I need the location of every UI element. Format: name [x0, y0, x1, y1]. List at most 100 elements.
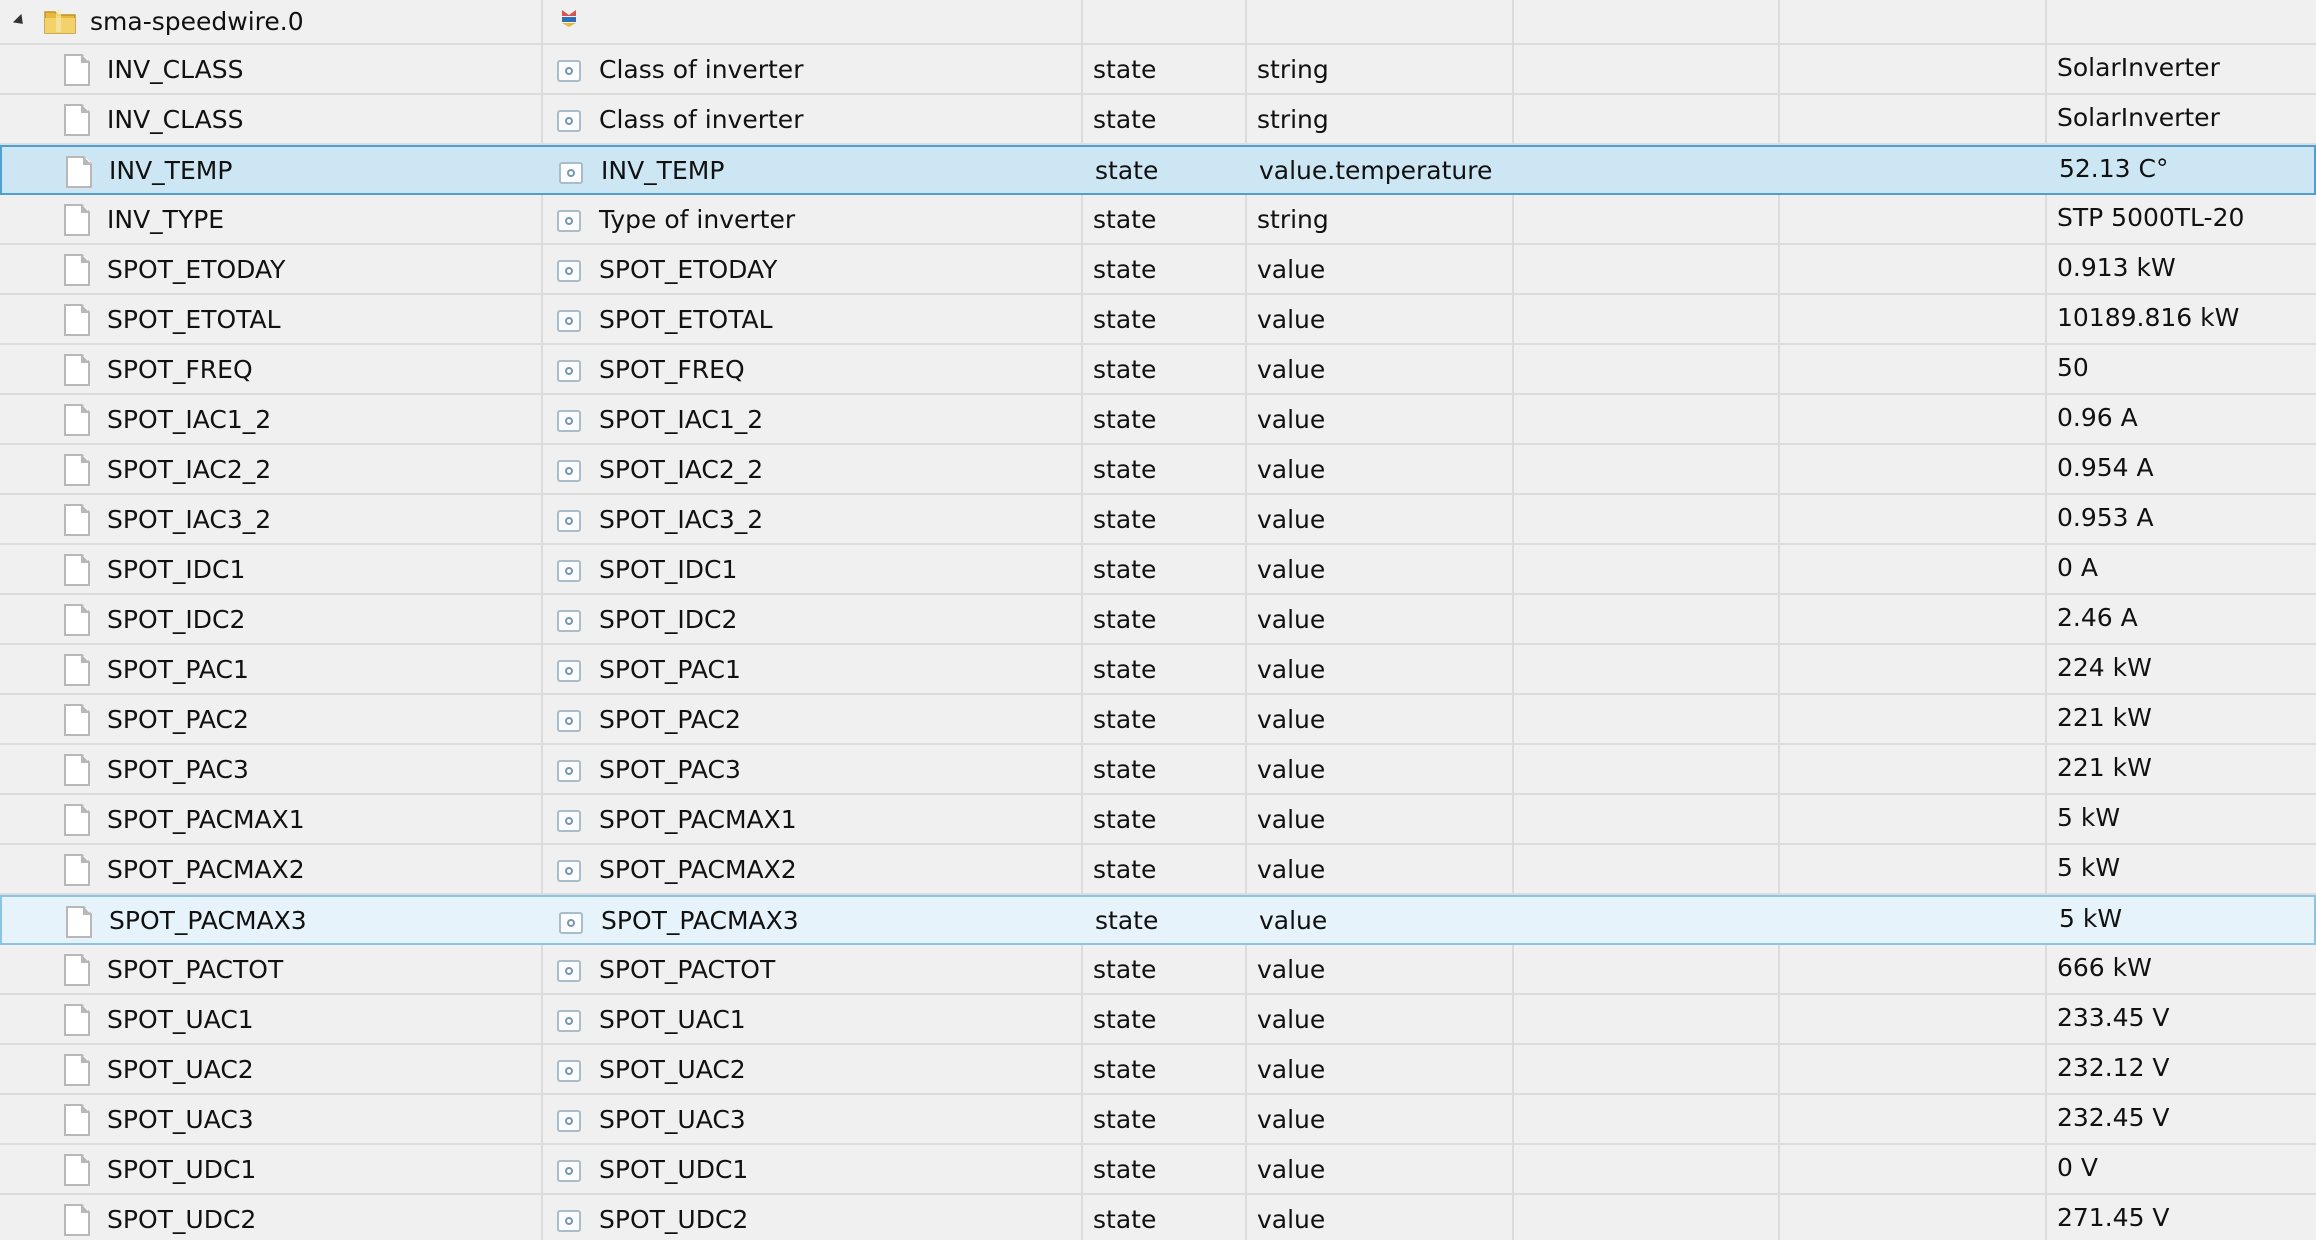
table-row[interactable]: SPOT_UDC1 SPOT_UDC1 state value 0 V: [0, 1145, 2316, 1195]
object-value: 666 kW: [2057, 952, 2152, 982]
folder-row-sma-speedwire[interactable]: sma-speedwire.0: [0, 0, 2316, 45]
object-name-cell: SPOT_UAC3: [0, 1095, 543, 1143]
object-value: 5 kW: [2057, 802, 2121, 832]
object-name-cell: SPOT_FREQ: [0, 345, 543, 393]
object-value-cell[interactable]: 5 kW: [2047, 795, 2316, 843]
empty-cell-1: [1514, 645, 1780, 693]
table-row[interactable]: SPOT_IAC1_2 SPOT_IAC1_2 state value 0.96…: [0, 395, 2316, 445]
object-name: SPOT_IDC2: [107, 604, 246, 634]
object-value-cell[interactable]: 232.45 V: [2047, 1095, 2316, 1143]
object-role-cell: value: [1247, 245, 1514, 293]
object-role: string: [1257, 204, 1329, 234]
object-value-cell[interactable]: 0.954 A: [2047, 445, 2316, 493]
object-name: SPOT_ETODAY: [107, 254, 286, 284]
state-icon: [557, 960, 581, 982]
file-icon: [64, 1054, 90, 1086]
table-row[interactable]: SPOT_PAC1 SPOT_PAC1 state value 224 kW: [0, 645, 2316, 695]
table-row[interactable]: SPOT_UAC2 SPOT_UAC2 state value 232.12 V: [0, 1045, 2316, 1095]
object-kind-cell: state: [1083, 1145, 1247, 1193]
object-value-cell[interactable]: 0 V: [2047, 1145, 2316, 1193]
object-value-cell[interactable]: 50: [2047, 345, 2316, 393]
table-row[interactable]: SPOT_ETODAY SPOT_ETODAY state value 0.91…: [0, 245, 2316, 295]
object-value-cell[interactable]: 232.12 V: [2047, 1045, 2316, 1093]
table-row[interactable]: SPOT_PACTOT SPOT_PACTOT state value 666 …: [0, 945, 2316, 995]
object-value-cell[interactable]: 233.45 V: [2047, 995, 2316, 1043]
object-value-cell[interactable]: 224 kW: [2047, 645, 2316, 693]
object-value: 232.12 V: [2057, 1052, 2170, 1082]
object-value-cell[interactable]: 221 kW: [2047, 745, 2316, 793]
table-row[interactable]: INV_TEMP INV_TEMP state value.temperatur…: [0, 145, 2316, 195]
object-role: value: [1257, 704, 1326, 734]
object-role: value: [1257, 504, 1326, 534]
object-desc-cell: SPOT_UAC3: [543, 1095, 1083, 1143]
object-value-cell[interactable]: 221 kW: [2047, 695, 2316, 743]
object-kind-cell: state: [1085, 147, 1249, 193]
object-description: SPOT_PACMAX3: [601, 905, 799, 935]
object-value-cell[interactable]: 5 kW: [2049, 897, 2316, 943]
object-value: 0.913 kW: [2057, 252, 2176, 282]
table-row[interactable]: INV_CLASS Class of inverter state string…: [0, 45, 2316, 95]
table-row[interactable]: SPOT_UAC1 SPOT_UAC1 state value 233.45 V: [0, 995, 2316, 1045]
object-name: INV_CLASS: [107, 104, 244, 134]
table-row[interactable]: SPOT_PAC3 SPOT_PAC3 state value 221 kW: [0, 745, 2316, 795]
object-value: SolarInverter: [2057, 52, 2220, 82]
table-row[interactable]: SPOT_IDC2 SPOT_IDC2 state value 2.46 A: [0, 595, 2316, 645]
object-kind-cell: state: [1083, 445, 1247, 493]
object-kind: state: [1093, 654, 1157, 684]
table-row[interactable]: INV_TYPE Type of inverter state string S…: [0, 195, 2316, 245]
object-value-cell[interactable]: 0.953 A: [2047, 495, 2316, 543]
object-value: 5 kW: [2057, 852, 2121, 882]
table-row[interactable]: SPOT_IAC2_2 SPOT_IAC2_2 state value 0.95…: [0, 445, 2316, 495]
object-value-cell[interactable]: 5 kW: [2047, 845, 2316, 893]
object-name: SPOT_UAC3: [107, 1104, 254, 1134]
object-desc-cell: SPOT_IAC2_2: [543, 445, 1083, 493]
table-row[interactable]: SPOT_PAC2 SPOT_PAC2 state value 221 kW: [0, 695, 2316, 745]
object-kind: state: [1093, 404, 1157, 434]
object-value-cell[interactable]: 52.13 C°: [2049, 147, 2316, 193]
object-value-cell[interactable]: 0.913 kW: [2047, 245, 2316, 293]
object-value: STP 5000TL-20: [2057, 202, 2245, 232]
object-value-cell[interactable]: 0.96 A: [2047, 395, 2316, 443]
object-kind: state: [1093, 254, 1157, 284]
object-kind-cell: state: [1083, 245, 1247, 293]
table-row[interactable]: SPOT_PACMAX2 SPOT_PACMAX2 state value 5 …: [0, 845, 2316, 895]
object-desc-cell: SPOT_PAC1: [543, 645, 1083, 693]
table-row[interactable]: SPOT_PACMAX1 SPOT_PACMAX1 state value 5 …: [0, 795, 2316, 845]
table-row[interactable]: SPOT_UAC3 SPOT_UAC3 state value 232.45 V: [0, 1095, 2316, 1145]
object-description: Type of inverter: [599, 204, 796, 234]
object-value-cell[interactable]: 10189.816 kW: [2047, 295, 2316, 343]
object-name: INV_CLASS: [107, 54, 244, 84]
table-row[interactable]: INV_CLASS Class of inverter state string…: [0, 95, 2316, 145]
table-row[interactable]: SPOT_UDC2 SPOT_UDC2 state value 271.45 V: [0, 1195, 2316, 1240]
empty-cell-2: [1780, 845, 2047, 893]
empty-cell-1: [1514, 595, 1780, 643]
table-row[interactable]: SPOT_IAC3_2 SPOT_IAC3_2 state value 0.95…: [0, 495, 2316, 545]
table-row[interactable]: SPOT_ETOTAL SPOT_ETOTAL state value 1018…: [0, 295, 2316, 345]
object-role: value: [1257, 554, 1326, 584]
object-value: 233.45 V: [2057, 1002, 2170, 1032]
object-value-cell[interactable]: SolarInverter: [2047, 45, 2316, 93]
empty-cell-2: [1780, 945, 2047, 993]
object-role: value: [1257, 654, 1326, 684]
object-desc-cell: SPOT_ETODAY: [543, 245, 1083, 293]
object-value-cell[interactable]: 0 A: [2047, 545, 2316, 593]
object-role: value: [1257, 254, 1326, 284]
object-value-cell[interactable]: 666 kW: [2047, 945, 2316, 993]
object-name: SPOT_UDC1: [107, 1154, 257, 1184]
table-row[interactable]: SPOT_IDC1 SPOT_IDC1 state value 0 A: [0, 545, 2316, 595]
object-name-cell: SPOT_ETODAY: [0, 245, 543, 293]
object-name-cell: SPOT_IAC1_2: [0, 395, 543, 443]
object-name-cell: SPOT_UDC2: [0, 1195, 543, 1240]
object-name-cell: SPOT_PACTOT: [0, 945, 543, 993]
object-kind-cell: state: [1083, 995, 1247, 1043]
object-value-cell[interactable]: SolarInverter: [2047, 95, 2316, 143]
file-icon: [64, 704, 90, 736]
collapse-caret-icon[interactable]: [12, 13, 28, 29]
table-row[interactable]: SPOT_PACMAX3 SPOT_PACMAX3 state value 5 …: [0, 895, 2316, 945]
object-value-cell[interactable]: 2.46 A: [2047, 595, 2316, 643]
object-value-cell[interactable]: STP 5000TL-20: [2047, 195, 2316, 243]
object-value-cell[interactable]: 271.45 V: [2047, 1195, 2316, 1240]
empty-cell-2: [1780, 395, 2047, 443]
state-icon: [557, 560, 581, 582]
table-row[interactable]: SPOT_FREQ SPOT_FREQ state value 50: [0, 345, 2316, 395]
